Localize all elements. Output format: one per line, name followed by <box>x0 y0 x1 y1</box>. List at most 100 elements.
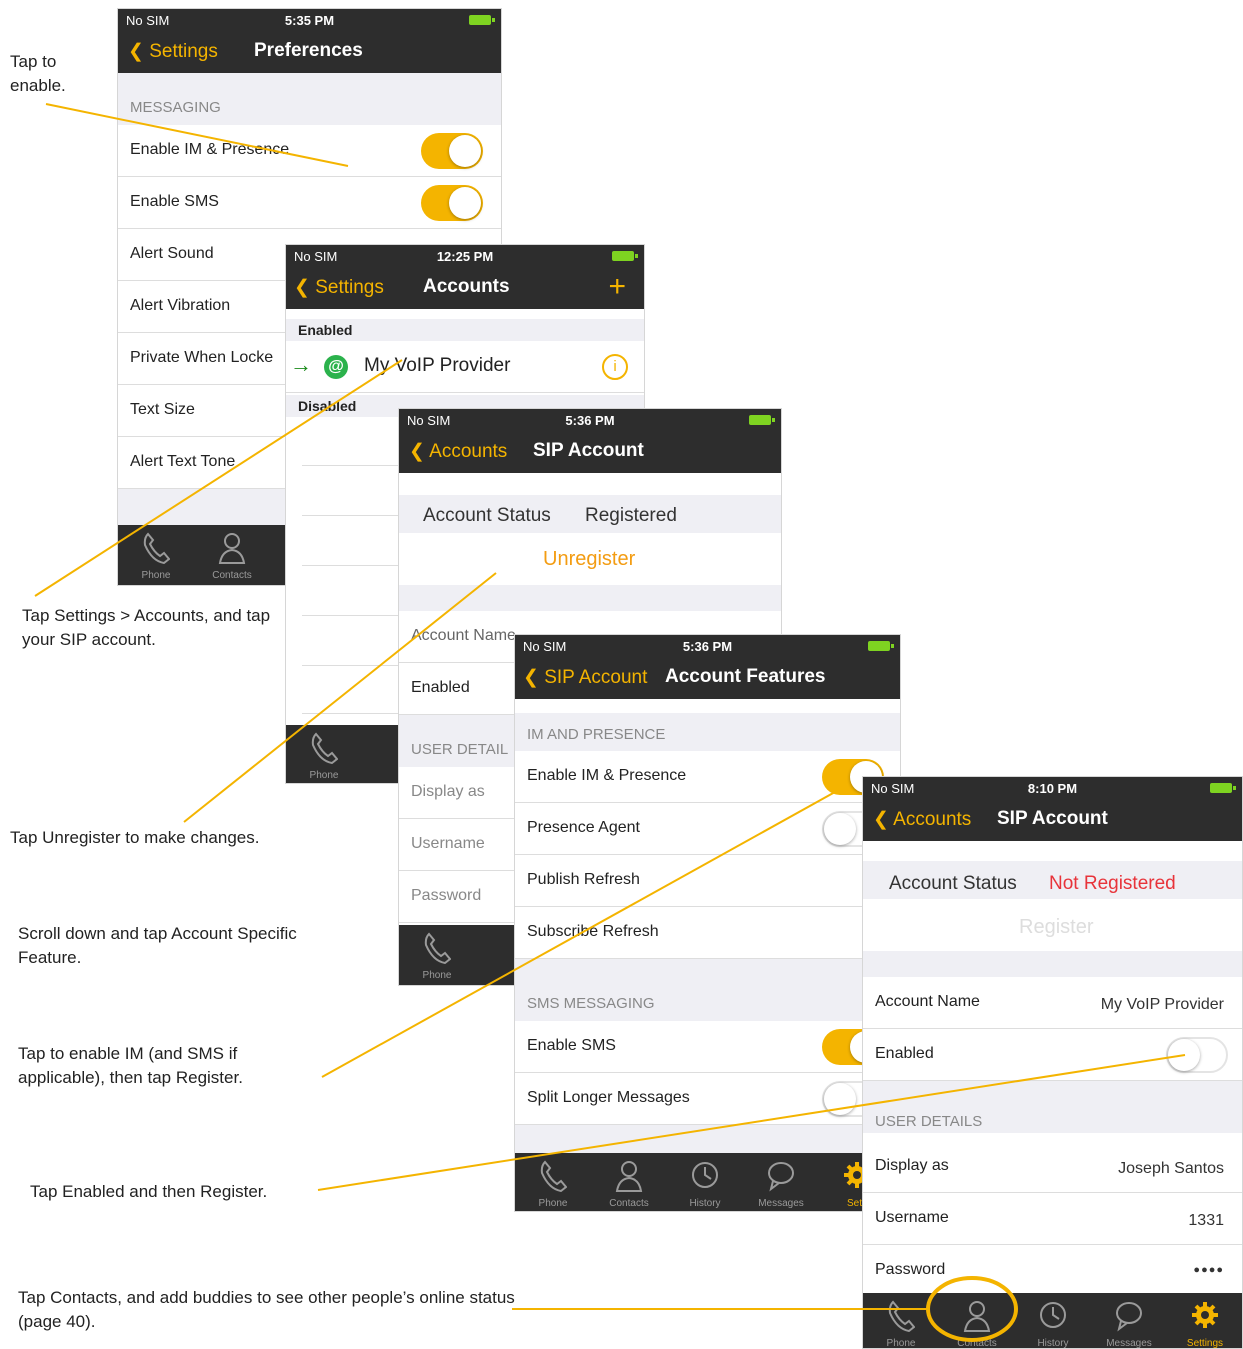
back-button[interactable]: ❮ Settings <box>294 276 384 299</box>
tab-settings[interactable]: Settings <box>1167 1293 1242 1348</box>
row-enabled[interactable]: Enabled <box>863 1029 1242 1081</box>
time-label: 12:25 PM <box>436 249 494 264</box>
tab-bar: Phone Contacts History Messages Settings <box>863 1293 1242 1349</box>
enable-sms-toggle[interactable] <box>421 185 483 221</box>
row-label: Account Name <box>411 627 516 644</box>
page-title: SIP Account <box>533 440 644 461</box>
status-band: Account Status Registered <box>399 495 781 533</box>
battery-icon <box>1210 783 1236 793</box>
account-features-screen: No SIM 5:36 PM ❮ SIP Account Account Fea… <box>514 634 901 1212</box>
tab-history[interactable]: History <box>1015 1293 1091 1348</box>
caption-tap-enabled: Tap Enabled and then Register. <box>30 1182 268 1201</box>
tab-contacts[interactable]: Contacts <box>194 525 270 585</box>
account-row[interactable]: → @ My VoIP Provider i <box>286 341 644 393</box>
caption-tap-unregister: Tap Unregister to make changes. <box>10 828 260 847</box>
back-label: Accounts <box>893 809 972 830</box>
toggle-knob <box>824 1083 856 1115</box>
caption-enable-im: Tap to enable IM (and SMS if applicable)… <box>18 1044 243 1087</box>
row-label: Enabled <box>875 1045 934 1062</box>
tab-messages[interactable]: Messages <box>1091 1293 1167 1349</box>
row-label: Display as <box>411 783 485 800</box>
battery-icon <box>469 15 495 25</box>
enabled-toggle[interactable] <box>1166 1037 1228 1073</box>
back-button[interactable]: ❮ Settings <box>128 40 218 63</box>
section-label: USER DETAILS <box>875 1113 983 1130</box>
row-label: Enable IM & Presence <box>130 141 290 158</box>
section-label: USER DETAIL <box>411 741 509 758</box>
row-split-messages[interactable]: Split Longer Messages <box>515 1073 900 1125</box>
section-label: Disabled <box>298 398 357 414</box>
row-label: Text Size <box>130 401 195 418</box>
page-title: Account Features <box>665 666 826 687</box>
tab-label: Phone <box>886 1338 916 1349</box>
status-bar: No SIM 8:10 PM <box>863 777 1242 799</box>
tab-contacts[interactable]: Contacts <box>591 1153 667 1211</box>
tab-phone[interactable]: Phone <box>515 1153 591 1211</box>
account-status-icon: @ <box>324 355 348 379</box>
back-button[interactable]: ❮ Accounts <box>873 808 971 831</box>
row-username[interactable]: Username 1331 <box>863 1193 1242 1245</box>
caption-scroll-down: Scroll down and tap Account Specific Fea… <box>18 924 297 967</box>
tab-contacts[interactable]: Contacts <box>939 1293 1015 1348</box>
row-label: Enabled <box>411 679 470 696</box>
page-title: SIP Account <box>997 808 1108 829</box>
tab-label: History <box>689 1198 721 1209</box>
row-enable-im[interactable]: Enable IM & Presence <box>515 751 900 803</box>
history-icon <box>692 1162 718 1188</box>
add-account-button[interactable]: + <box>608 270 626 304</box>
page-title: Accounts <box>423 276 510 297</box>
section-enabled: Enabled <box>286 319 644 341</box>
time-label: 8:10 PM <box>1027 781 1078 796</box>
row-subscribe-refresh[interactable]: Subscribe Refresh 90 <box>515 907 900 959</box>
row-value: Joseph Santos <box>1118 1160 1224 1177</box>
account-status-value: Registered <box>585 505 677 526</box>
tab-phone[interactable]: Phone <box>286 725 362 783</box>
tab-label: Messages <box>1106 1338 1152 1349</box>
row-enable-sms[interactable]: Enable SMS <box>515 1021 900 1073</box>
back-button[interactable]: ❮ SIP Account <box>523 666 647 689</box>
history-icon <box>1040 1302 1066 1328</box>
info-icon[interactable]: i <box>602 354 628 380</box>
row-label: Private When Locke <box>130 349 274 366</box>
tab-label: Contacts <box>212 570 252 581</box>
time-label: 5:35 PM <box>284 13 335 28</box>
password-dots: ●●●● <box>1193 1264 1224 1276</box>
register-button[interactable]: Register <box>1019 916 1093 939</box>
contacts-icon <box>963 1301 991 1332</box>
messages-icon <box>1116 1302 1142 1332</box>
row-password[interactable]: Password ●●●● <box>863 1245 1242 1297</box>
unregister-button[interactable]: Unregister <box>543 548 635 571</box>
row-label: Enable SMS <box>527 1037 616 1054</box>
row-enable-sms[interactable]: Enable SMS <box>118 177 501 229</box>
enable-im-toggle[interactable] <box>421 133 483 169</box>
toggle-knob <box>824 813 856 845</box>
tab-phone[interactable]: Phone <box>118 525 194 585</box>
toggle-knob <box>1168 1039 1200 1071</box>
section-sms: SMS MESSAGING <box>515 959 900 1021</box>
nav-bar: ❮ Settings Preferences <box>118 31 501 73</box>
contacts-icon <box>218 533 246 564</box>
tab-history[interactable]: History <box>667 1153 743 1211</box>
tab-phone[interactable]: Phone <box>399 925 475 985</box>
row-label: Enable SMS <box>130 193 219 210</box>
section-spacer <box>863 951 1242 977</box>
selection-arrow-icon: → <box>290 352 312 377</box>
row-label: Split Longer Messages <box>527 1089 690 1106</box>
section-label: IM AND PRESENCE <box>527 726 666 743</box>
toggle-knob <box>449 187 481 219</box>
row-presence-agent[interactable]: Presence Agent <box>515 803 900 855</box>
section-label: SMS MESSAGING <box>527 995 655 1012</box>
row-display-as[interactable]: Display as Joseph Santos <box>863 1141 1242 1193</box>
status-band: Account Status Not Registered <box>863 861 1242 899</box>
page-title: Preferences <box>254 40 363 61</box>
section-label: MESSAGING <box>130 99 221 116</box>
back-button[interactable]: ❮ Accounts <box>409 440 507 463</box>
tab-messages[interactable]: Messages <box>743 1153 819 1211</box>
account-status-label: Account Status <box>423 505 551 526</box>
tab-phone[interactable]: Phone <box>863 1293 939 1349</box>
row-account-name[interactable]: Account Name My VoIP Provider <box>863 977 1242 1029</box>
time-label: 5:36 PM <box>682 639 733 654</box>
phone-icon <box>540 1160 567 1193</box>
row-enable-im[interactable]: Enable IM & Presence <box>118 125 501 177</box>
row-publish-refresh[interactable]: Publish Refresh 90 <box>515 855 900 907</box>
